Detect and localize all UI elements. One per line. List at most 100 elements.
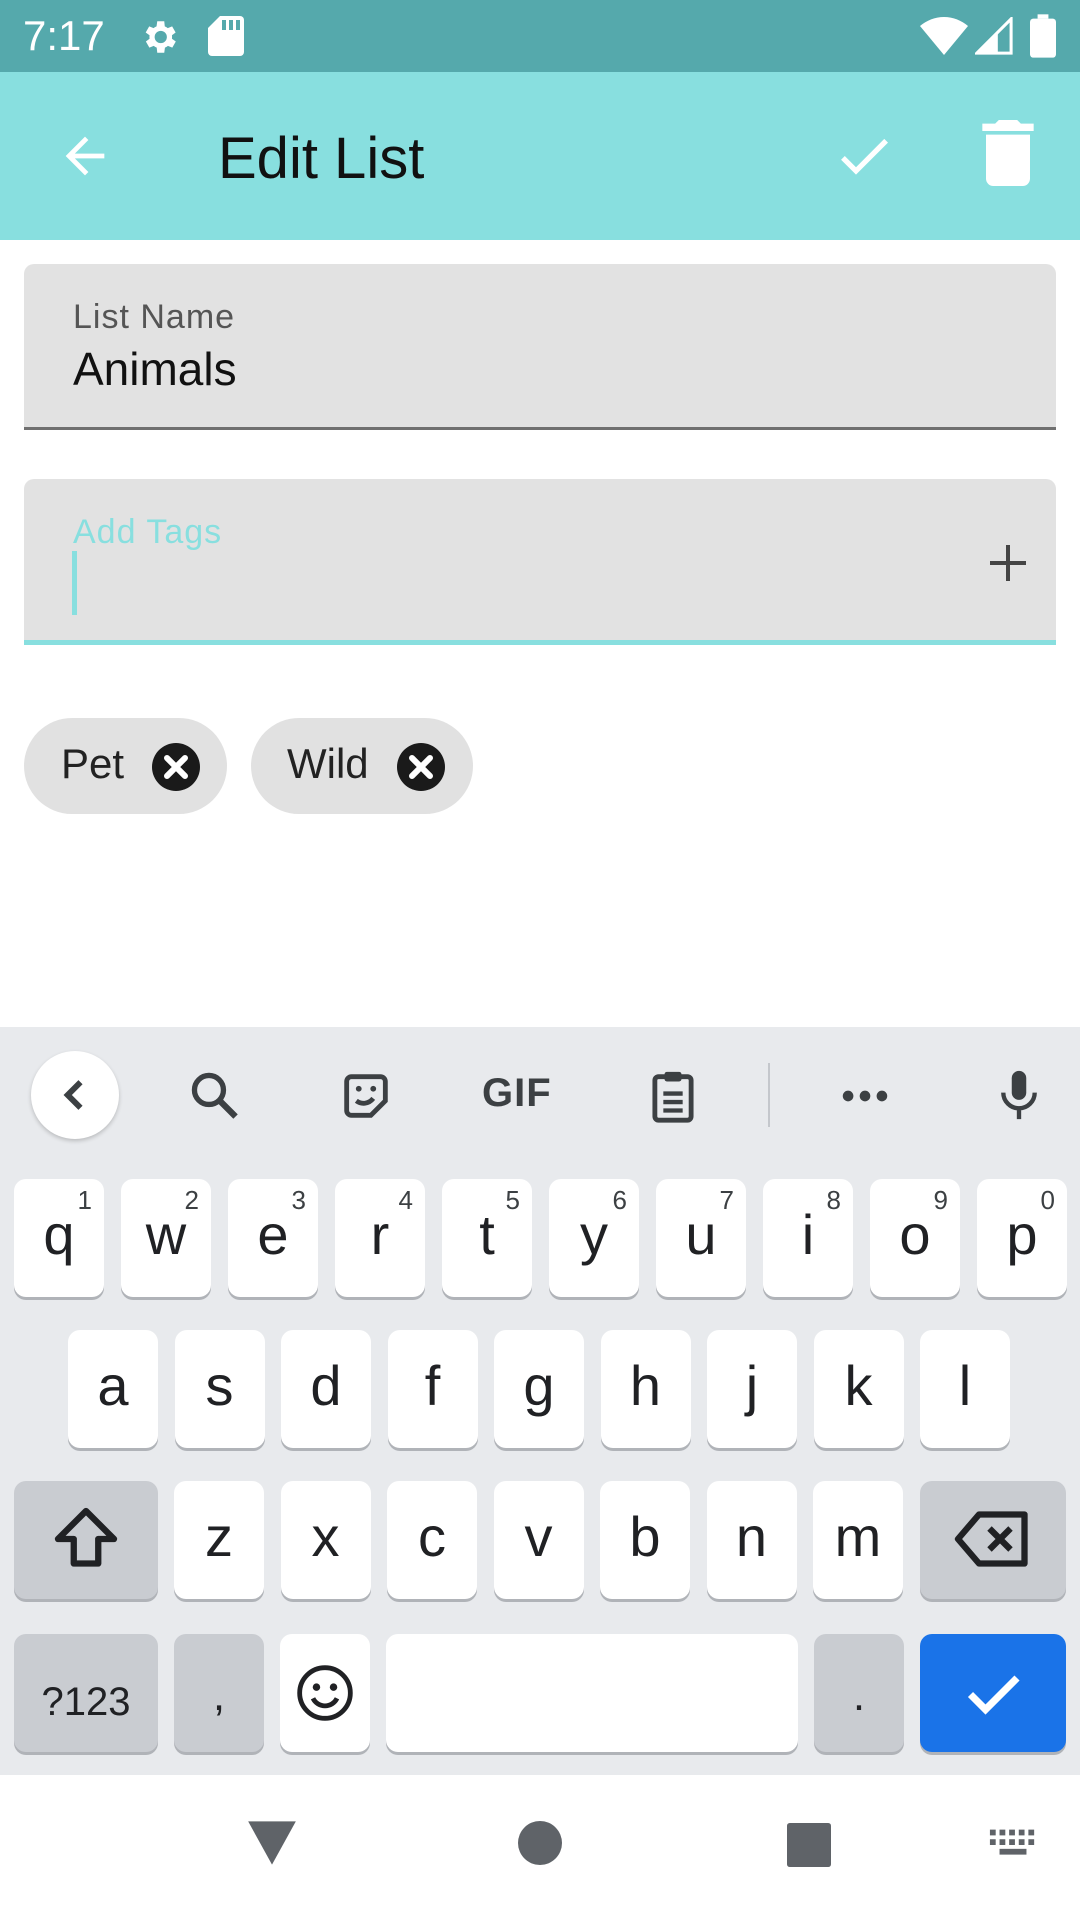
chip-label: Pet xyxy=(61,740,125,787)
key-g[interactable]: g xyxy=(494,1330,584,1448)
symbols-key[interactable]: ?123 xyxy=(14,1634,158,1752)
collapse-button[interactable] xyxy=(31,1051,119,1139)
key-hint: 9 xyxy=(933,1185,948,1215)
check-icon xyxy=(967,1675,1020,1715)
wifi-icon xyxy=(920,17,968,55)
key-hint: 5 xyxy=(505,1185,520,1215)
home-circle-icon[interactable] xyxy=(518,1821,562,1865)
key-n[interactable]: n xyxy=(706,1481,797,1599)
backspace-key[interactable] xyxy=(920,1481,1066,1599)
list-name-label: List Name xyxy=(73,298,236,336)
key-char: j xyxy=(745,1354,759,1417)
enter-key[interactable] xyxy=(920,1634,1066,1752)
key-char: s xyxy=(205,1354,234,1417)
key-hint: 8 xyxy=(826,1185,841,1215)
emoji-key[interactable] xyxy=(280,1634,370,1752)
key-l[interactable]: l xyxy=(920,1330,1010,1448)
key-m[interactable]: m xyxy=(813,1481,903,1599)
toolbar-divider xyxy=(768,1063,770,1127)
key-char: f xyxy=(424,1354,441,1417)
key-p[interactable]: p0 xyxy=(977,1179,1067,1297)
plus-icon[interactable] xyxy=(984,539,1032,587)
key-char: v xyxy=(524,1505,553,1568)
key-char: d xyxy=(310,1354,342,1417)
key-o[interactable]: o9 xyxy=(870,1179,960,1297)
key-char: n xyxy=(735,1505,768,1568)
text-cursor xyxy=(72,551,77,615)
chip-close-icon[interactable] xyxy=(152,743,200,791)
key-b[interactable]: b xyxy=(600,1481,690,1599)
key-r[interactable]: r4 xyxy=(335,1179,425,1297)
key-char: h xyxy=(629,1354,662,1417)
soft-keyboard: GIF q1w2e3r4t5y6u7i8o9p0 a s d f g h j k l z x c v b… xyxy=(0,1027,1080,1775)
key-char: g xyxy=(523,1354,555,1417)
key-x[interactable]: x xyxy=(280,1481,371,1599)
period-key-label: . xyxy=(852,1671,866,1720)
key-hint: 4 xyxy=(398,1185,413,1215)
key-d[interactable]: d xyxy=(281,1330,371,1448)
key-hint: 2 xyxy=(184,1185,199,1215)
key-char: c xyxy=(418,1505,446,1568)
battery-icon xyxy=(1030,14,1056,58)
key-char: z xyxy=(205,1505,233,1568)
add-tags-label: Add Tags xyxy=(73,513,223,551)
symbols-key-label: ?123 xyxy=(41,1680,131,1724)
key-t[interactable]: t5 xyxy=(442,1179,532,1297)
status-time: 7:17 xyxy=(23,12,105,59)
key-e[interactable]: e3 xyxy=(228,1179,318,1297)
shift-icon xyxy=(54,1507,118,1567)
keyboard-toolbar: GIF xyxy=(0,1027,1080,1161)
key-a[interactable]: a xyxy=(68,1330,158,1448)
more-icon[interactable] xyxy=(836,1067,894,1125)
key-w[interactable]: w2 xyxy=(121,1179,211,1297)
search-icon[interactable] xyxy=(186,1067,244,1125)
microphone-icon[interactable] xyxy=(990,1063,1048,1127)
page-title: Edit List xyxy=(218,126,425,191)
key-f[interactable]: f xyxy=(387,1330,478,1448)
list-name-value: Animals xyxy=(73,343,237,395)
keyboard-switch-icon[interactable] xyxy=(988,1827,1038,1863)
shift-key[interactable] xyxy=(14,1481,158,1599)
delete-icon[interactable] xyxy=(982,120,1034,186)
status-bar: 7:17 xyxy=(0,0,1080,72)
key-y[interactable]: y6 xyxy=(549,1179,639,1297)
key-char: k xyxy=(844,1354,873,1417)
tag-chip-wild: Wild xyxy=(251,718,473,814)
key-q[interactable]: q1 xyxy=(14,1179,104,1297)
key-z[interactable]: z xyxy=(174,1481,264,1599)
cell-signal-icon xyxy=(975,17,1013,55)
tag-chip-pet: Pet xyxy=(24,718,227,814)
key-h[interactable]: h xyxy=(600,1330,691,1448)
key-v[interactable]: v xyxy=(493,1481,584,1599)
clipboard-icon[interactable] xyxy=(644,1067,702,1125)
chip-close-icon[interactable] xyxy=(397,743,445,791)
key-s[interactable]: s xyxy=(174,1330,265,1448)
chevron-left-icon xyxy=(63,1080,83,1110)
recents-square-icon[interactable] xyxy=(787,1823,831,1867)
check-icon[interactable] xyxy=(832,124,896,188)
period-key[interactable]: . xyxy=(814,1634,904,1752)
sd-card-icon xyxy=(208,16,244,56)
chip-label: Wild xyxy=(287,740,369,787)
key-char: l xyxy=(958,1354,972,1417)
space-key[interactable] xyxy=(386,1634,798,1752)
screen: 7:17 Edit List List Name Animals Add Tag… xyxy=(0,0,1080,1920)
backspace-icon xyxy=(954,1511,1028,1567)
sticker-icon[interactable] xyxy=(337,1067,395,1125)
comma-key[interactable]: , xyxy=(174,1634,264,1752)
key-char: m xyxy=(834,1505,882,1568)
key-hint: 7 xyxy=(719,1185,734,1215)
add-tags-field[interactable]: Add Tags xyxy=(24,479,1056,645)
key-j[interactable]: j xyxy=(707,1330,797,1448)
back-arrow-icon[interactable] xyxy=(56,127,114,185)
key-k[interactable]: k xyxy=(813,1330,904,1448)
key-hint: 1 xyxy=(77,1185,92,1215)
gif-button[interactable]: GIF xyxy=(482,1071,552,1129)
key-char: a xyxy=(97,1354,129,1417)
comma-key-label: , xyxy=(212,1671,226,1720)
back-triangle-icon[interactable] xyxy=(246,1819,298,1867)
key-i[interactable]: i8 xyxy=(763,1179,853,1297)
key-c[interactable]: c xyxy=(387,1481,477,1599)
list-name-field[interactable]: List Name Animals xyxy=(24,264,1056,430)
key-u[interactable]: u7 xyxy=(656,1179,746,1297)
